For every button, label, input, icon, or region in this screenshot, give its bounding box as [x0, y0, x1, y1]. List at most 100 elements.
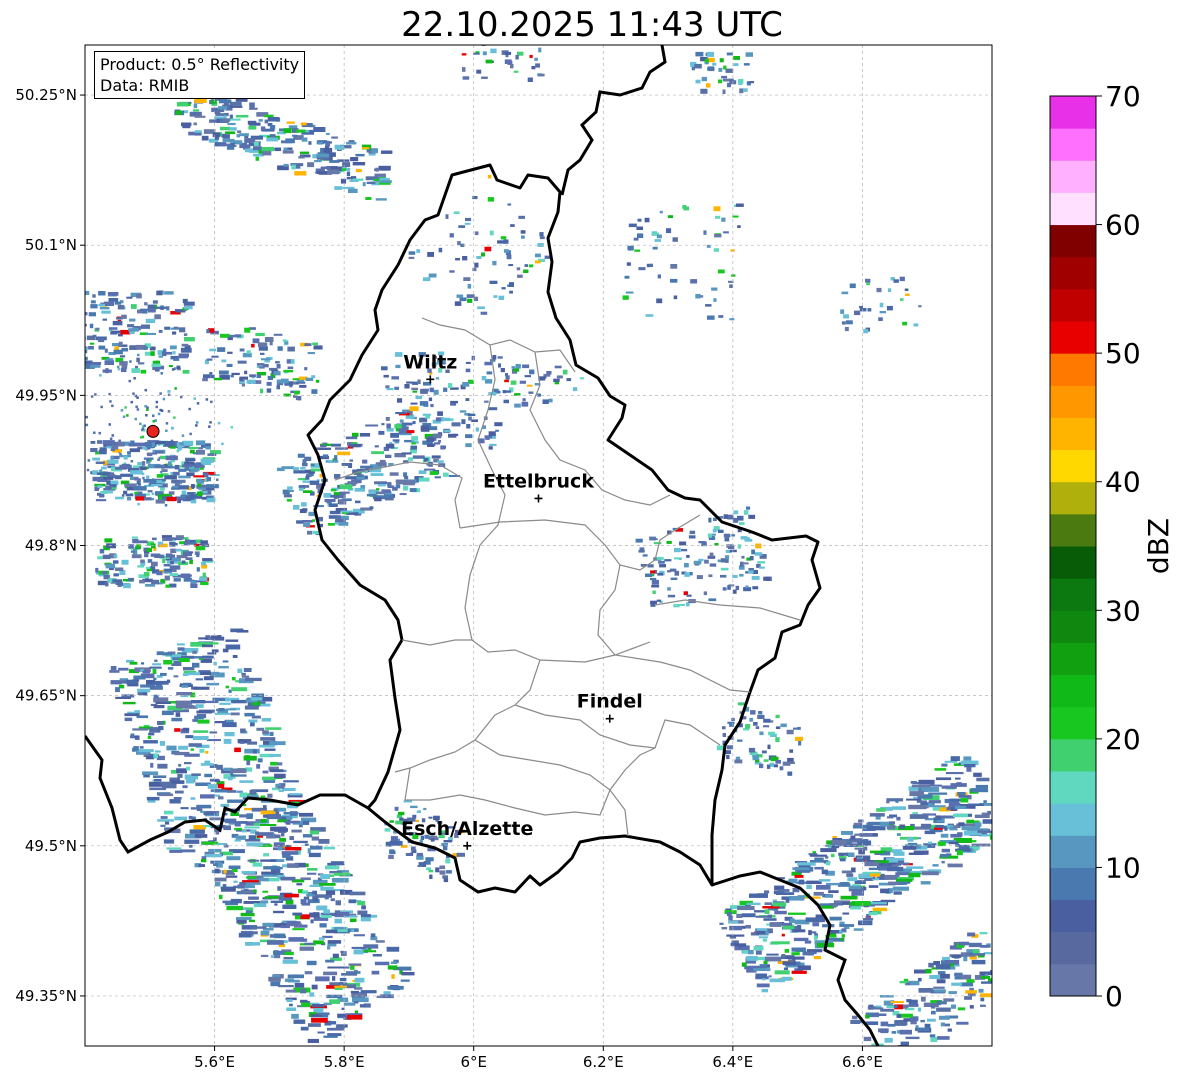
echo-cell	[437, 411, 443, 416]
echo-cell	[152, 537, 157, 541]
echo-cell	[186, 472, 195, 477]
echo-cell	[468, 413, 476, 416]
echo-cell	[239, 133, 249, 137]
echo-cell	[276, 364, 281, 369]
echo-cell	[150, 762, 154, 768]
echo-cell	[201, 841, 219, 845]
echo-cell	[749, 556, 754, 561]
echo-cell	[258, 119, 263, 122]
echo-cell	[195, 424, 198, 427]
echo-cell	[90, 448, 98, 453]
echo-cell	[97, 485, 103, 488]
echo-cell	[509, 290, 513, 294]
echo-cell	[498, 295, 505, 300]
echo-cell	[197, 719, 210, 724]
echo-cell	[456, 852, 465, 857]
echo-cell	[298, 485, 310, 488]
echo-cell	[202, 378, 208, 382]
echo-cell	[166, 679, 171, 683]
echo-cell	[173, 358, 180, 361]
echo-cell	[214, 877, 227, 882]
echo-cell	[142, 771, 159, 776]
echo-cell	[165, 553, 173, 558]
data-source-label: Data: RMIB	[100, 76, 190, 95]
echo-cell	[269, 134, 276, 138]
echo-cell	[121, 314, 127, 319]
echo-cell	[377, 484, 386, 487]
echo-cell	[124, 717, 133, 722]
echo-cell	[360, 466, 368, 469]
echo-cell	[240, 912, 255, 917]
echo-cell	[155, 701, 171, 704]
echo-cell	[980, 997, 985, 1002]
echo-cell	[639, 547, 645, 552]
echo-cell	[117, 304, 125, 310]
echo-cell	[349, 444, 361, 448]
echo-cell	[219, 702, 231, 705]
echo-cell	[263, 853, 270, 857]
echo-cell	[886, 816, 894, 819]
echo-cell	[950, 1004, 956, 1009]
echo-cell	[1000, 816, 1019, 819]
echo-cell	[985, 973, 989, 977]
echo-cell	[849, 283, 856, 289]
echo-cell	[998, 828, 1008, 832]
echo-cell	[171, 487, 180, 490]
echo-cell	[192, 719, 199, 722]
echo-cell	[222, 648, 229, 653]
echo-cell	[942, 956, 950, 961]
echo-cell	[686, 594, 692, 597]
echo-cell	[140, 559, 145, 563]
echo-cell	[100, 405, 103, 409]
echo-cell	[376, 488, 380, 491]
echo-cell	[500, 368, 505, 373]
echo-cell	[136, 396, 139, 399]
echo-cell	[214, 110, 221, 114]
echo-cell	[281, 851, 299, 855]
echo-cell	[865, 1021, 879, 1025]
echo-cell	[895, 800, 899, 803]
echo-cell	[183, 301, 195, 306]
echo-cell	[756, 928, 768, 931]
echo-cell	[733, 56, 740, 60]
echo-cell	[226, 905, 243, 911]
echo-cell	[224, 732, 235, 737]
echo-cell	[476, 256, 482, 259]
echo-cell	[270, 955, 275, 958]
city-label: Findel	[577, 691, 643, 713]
echo-cell	[708, 574, 713, 578]
echo-cell	[267, 117, 280, 122]
echo-cell	[830, 853, 835, 858]
echo-cell	[684, 572, 690, 577]
echo-cell	[928, 792, 948, 795]
echo-cell	[163, 839, 175, 844]
echo-cell	[763, 725, 770, 728]
echo-cell	[176, 102, 189, 107]
echo-cell	[211, 100, 217, 104]
colorbar-tick-label: 20	[1105, 723, 1141, 756]
echo-cell	[130, 460, 134, 463]
echo-cell	[262, 922, 275, 927]
echo-cell	[725, 555, 730, 560]
echo-cell	[319, 923, 327, 928]
echo-cell	[260, 900, 269, 904]
echo-cell	[309, 912, 320, 918]
echo-cell	[521, 401, 529, 407]
echo-cell	[412, 381, 419, 385]
echo-cell	[235, 115, 249, 118]
echo-cell	[775, 760, 781, 764]
echo-cell	[167, 667, 174, 670]
echo-cell	[337, 451, 351, 456]
echo-cell	[156, 290, 163, 296]
echo-cell	[515, 364, 521, 369]
echo-cell	[891, 1031, 897, 1034]
echo-cell	[894, 1021, 907, 1026]
echo-cell	[752, 586, 759, 590]
echo-cell	[997, 820, 1000, 824]
echo-cell	[707, 66, 714, 69]
echo-cell	[510, 224, 515, 227]
echo-cell	[410, 445, 417, 450]
echo-cell	[215, 113, 225, 116]
echo-cell	[133, 377, 136, 380]
echo-cell	[363, 950, 377, 953]
